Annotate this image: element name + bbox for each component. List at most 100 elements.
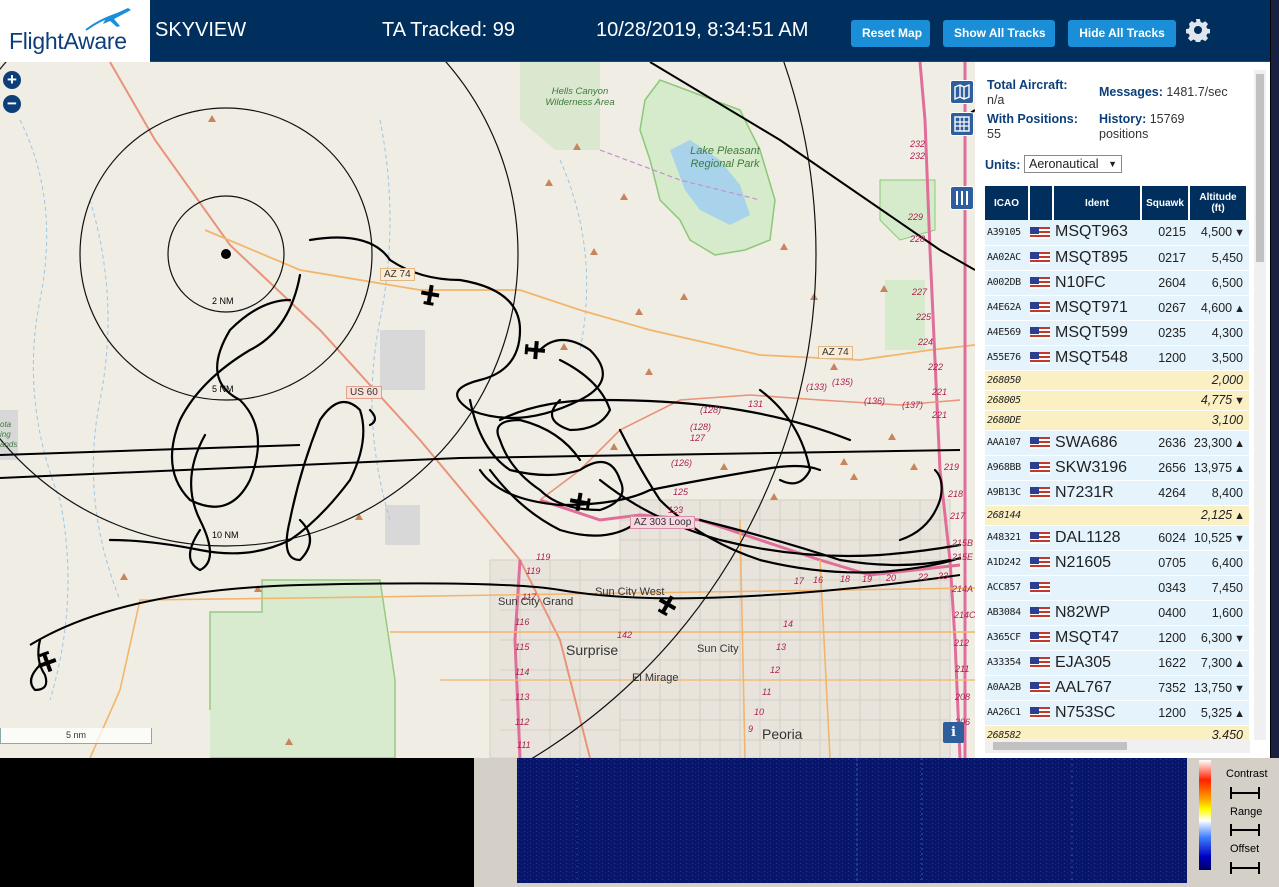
table-row[interactable]: 2680DE 3,100: [985, 410, 1249, 431]
table-row[interactable]: 268005 4,775 ▼: [985, 390, 1249, 411]
scrollbar-thumb[interactable]: [993, 742, 1127, 750]
table-row[interactable]: 268582 3,450: [985, 725, 1249, 739]
squawk-cell: 1200: [1141, 625, 1189, 651]
col-header-altitude[interactable]: Altitude (ft): [1189, 186, 1248, 220]
table-row[interactable]: A9B13C N7231R 4264 8,400: [985, 480, 1249, 506]
exit-number: 113: [515, 692, 530, 702]
zoom-out-button[interactable]: −: [3, 95, 21, 113]
table-row[interactable]: A33354 EJA305 1622 7,300 ▲: [985, 650, 1249, 676]
table-row[interactable]: A968BB SKW3196 2656 13,975 ▲: [985, 455, 1249, 481]
exit-number: 112: [515, 717, 530, 727]
squawk-cell: [1141, 370, 1189, 391]
us-flag-icon: [1030, 607, 1050, 620]
history-value: 15769: [1149, 112, 1185, 126]
aircraft-table-container[interactable]: ICAO Ident Squawk Altitude (ft) A39105 MSQ…: [985, 186, 1249, 739]
table-row[interactable]: AB3084 N82WP 0400 1,600: [985, 600, 1249, 626]
table-row[interactable]: A365CF MSQT47 1200 6,300 ▼: [985, 625, 1249, 651]
exit-number: 221: [932, 410, 948, 420]
squawk-cell: 2604: [1141, 270, 1189, 296]
altitude-header-unit: (ft): [1211, 203, 1225, 214]
table-row[interactable]: A55E76 MSQT548 1200 3,500: [985, 345, 1249, 371]
skyview-window: FlightAware SKYVIEW TA Tracked: 99 10/28…: [0, 0, 1279, 887]
ta-tracked-count: TA Tracked: 99: [382, 19, 516, 41]
col-header-squawk[interactable]: Squawk: [1141, 186, 1190, 220]
horizontal-scrollbar[interactable]: [985, 739, 1250, 753]
icao-cell: 268050: [985, 370, 1029, 391]
exit-number: (136): [864, 396, 886, 406]
zoom-in-button[interactable]: +: [3, 71, 21, 89]
total-aircraft-value: n/a: [987, 93, 1005, 107]
altitude-cell: 23,300 ▲: [1189, 430, 1247, 456]
exit-number: 212: [954, 638, 970, 648]
exit-number: 142: [617, 630, 633, 640]
map-view[interactable]: Hells Canyon Wilderness Area Lake Pleasa…: [0, 62, 975, 758]
icao-cell: A365CF: [985, 625, 1029, 651]
table-row[interactable]: A48321 DAL1128 6024 10,525 ▼: [985, 525, 1249, 551]
contrast-slider[interactable]: [1230, 787, 1260, 799]
spectrum-waterfall[interactable]: [517, 758, 1187, 883]
messages-label: Messages:: [1099, 85, 1163, 99]
vertical-scrollbar[interactable]: [1254, 70, 1266, 740]
flag-cell: [1029, 295, 1053, 321]
flightaware-logo[interactable]: FlightAware: [0, 0, 150, 62]
icao-cell: A002DB: [985, 270, 1029, 296]
col-header-flag[interactable]: [1029, 186, 1054, 220]
altitude-cell: 10,525 ▼: [1189, 525, 1247, 551]
altitude-cell: 6,400: [1189, 550, 1247, 576]
show-all-tracks-button[interactable]: Show All Tracks: [943, 20, 1055, 47]
exit-number: (133): [806, 382, 828, 392]
hide-all-tracks-button[interactable]: Hide All Tracks: [1068, 20, 1176, 47]
scrollbar-thumb[interactable]: [1256, 74, 1264, 262]
altitude-cell: 5,325 ▲: [1189, 700, 1247, 726]
table-row[interactable]: AAA107 SWA686 2636 23,300 ▲: [985, 430, 1249, 456]
ident-cell: MSQT971: [1053, 295, 1141, 321]
col-header-extra: [1247, 186, 1249, 220]
exit-number: 16: [813, 575, 824, 585]
offset-slider[interactable]: [1230, 862, 1260, 874]
altitude-trend-icon: ▲: [1234, 707, 1245, 720]
gear-icon[interactable]: [1186, 18, 1210, 42]
range-slider[interactable]: [1230, 824, 1260, 836]
park-label-lake-pleasant: Lake Pleasant Regional Park: [680, 145, 770, 171]
squawk-cell: 0705: [1141, 550, 1189, 576]
table-row[interactable]: AA26C1 N753SC 1200 5,325 ▲: [985, 700, 1249, 726]
extra-cell: [1247, 650, 1249, 676]
table-row[interactable]: 268050 2,000: [985, 370, 1249, 391]
table-row[interactable]: A0AA2B AAL767 7352 13,750 ▼: [985, 675, 1249, 701]
col-header-icao[interactable]: ICAO: [985, 186, 1030, 220]
us-flag-icon: [1030, 252, 1050, 265]
table-row[interactable]: AA02AC MSQT895 0217 5,450: [985, 245, 1249, 271]
exit-number: (135): [832, 377, 854, 387]
column-toggle-button[interactable]: [950, 186, 974, 210]
us-flag-icon: [1030, 352, 1050, 365]
flag-cell: [1029, 320, 1053, 346]
map-icon: [954, 83, 970, 101]
col-header-ident[interactable]: Ident: [1053, 186, 1142, 220]
exit-number: 227: [912, 287, 928, 297]
icao-cell: AA26C1: [985, 700, 1029, 726]
table-row[interactable]: A1D242 N21605 0705 6,400: [985, 550, 1249, 576]
exit-number: (128): [690, 422, 712, 432]
altitude-trend-icon: ▼: [1234, 532, 1245, 545]
exit-number: 211: [955, 664, 970, 674]
reset-map-button[interactable]: Reset Map: [851, 20, 930, 47]
table-row[interactable]: 268144 2,125 ▲: [985, 505, 1249, 526]
table-row[interactable]: A39105 MSQT963 0215 4,500 ▼: [985, 220, 1249, 246]
us-flag-icon: [1030, 487, 1050, 500]
table-row[interactable]: A002DB N10FC 2604 6,500: [985, 270, 1249, 296]
units-select[interactable]: Aeronautical ▼: [1024, 155, 1122, 173]
table-row[interactable]: ACC857 0343 7,450: [985, 575, 1249, 601]
exit-number: 18: [840, 574, 851, 584]
exit-number: 229: [908, 212, 924, 222]
map-layers-button[interactable]: [950, 80, 974, 104]
table-row[interactable]: A4E62A MSQT971 0267 4,600 ▲: [985, 295, 1249, 321]
altitude-cell: 13,975 ▲: [1189, 455, 1247, 481]
place-label-peoria: Peoria: [762, 726, 803, 742]
altitude-cell: 4,300: [1189, 320, 1247, 346]
info-button[interactable]: i: [943, 722, 964, 743]
grid-toggle-button[interactable]: [950, 112, 974, 136]
exit-number: 217: [950, 511, 966, 521]
table-row[interactable]: A4E569 MSQT599 0235 4,300: [985, 320, 1249, 346]
flag-cell: [1029, 455, 1053, 481]
us-flag-icon: [1030, 532, 1050, 545]
